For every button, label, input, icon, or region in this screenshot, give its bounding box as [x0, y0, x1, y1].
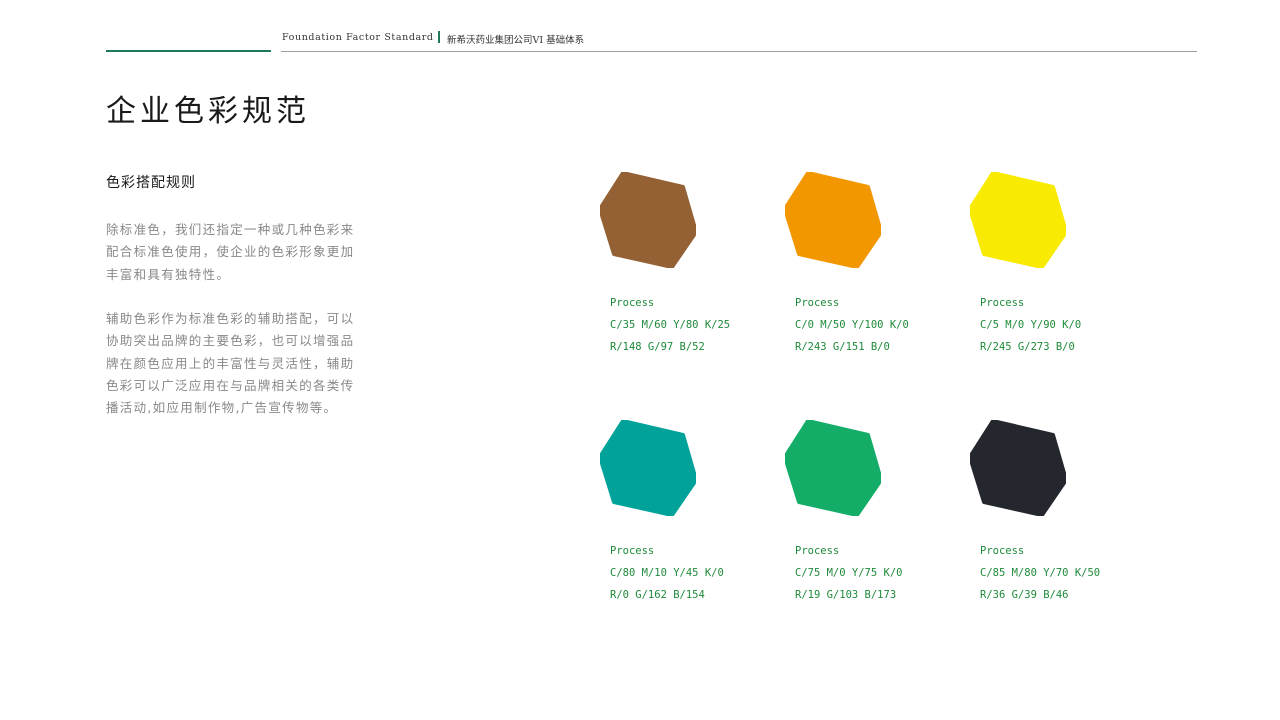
section-title: 色彩搭配规则	[106, 175, 196, 191]
color-swatch: Process C/75 M/0 Y/75 K/0 R/19 G/103 B/1…	[785, 420, 935, 620]
header-line	[281, 51, 1197, 52]
swatch-process-label: Process	[980, 297, 1025, 309]
swatch-cmyk: C/80 M/10 Y/45 K/0	[610, 567, 724, 579]
swatch-cmyk: C/35 M/60 Y/80 K/25	[610, 319, 731, 331]
header-title-en: Foundation Factor Standard	[282, 32, 434, 43]
hexagon-swatch	[600, 172, 696, 268]
hexagon-swatch	[970, 172, 1066, 268]
paragraph-intro: 除标准色，我们还指定一种或几种色彩来配合标准色使用，使企业的色彩形象更加丰富和具…	[106, 222, 355, 282]
hexagon-swatch	[785, 172, 881, 268]
paragraph-auxiliary: 辅助色彩作为标准色彩的辅助搭配，可以协助突出品牌的主要色彩，也可以增强品牌在颜色…	[106, 311, 355, 416]
swatch-cmyk: C/5 M/0 Y/90 K/0	[980, 319, 1082, 331]
color-swatch: Process C/80 M/10 Y/45 K/0 R/0 G/162 B/1…	[600, 420, 750, 620]
swatch-cmyk: C/75 M/0 Y/75 K/0	[795, 567, 903, 579]
swatch-process-label: Process	[610, 545, 655, 557]
color-swatch: Process C/5 M/0 Y/90 K/0 R/245 G/273 B/0	[970, 172, 1120, 372]
color-swatch: Process C/35 M/60 Y/80 K/25 R/148 G/97 B…	[600, 172, 750, 372]
header-line-accent	[106, 50, 271, 52]
swatch-rgb: R/0 G/162 B/154	[610, 589, 705, 601]
swatch-rgb: R/148 G/97 B/52	[610, 341, 705, 353]
swatch-process-label: Process	[980, 545, 1025, 557]
swatch-cmyk: C/0 M/50 Y/100 K/0	[795, 319, 909, 331]
swatch-rgb: R/36 G/39 B/46	[980, 589, 1069, 601]
swatch-rgb: R/243 G/151 B/0	[795, 341, 890, 353]
hexagon-swatch	[970, 420, 1066, 516]
swatch-rgb: R/19 G/103 B/173	[795, 589, 897, 601]
color-swatch: Process C/0 M/50 Y/100 K/0 R/243 G/151 B…	[785, 172, 935, 372]
header-separator	[438, 31, 440, 43]
page-title: 企业色彩规范	[106, 94, 310, 129]
swatch-rgb: R/245 G/273 B/0	[980, 341, 1075, 353]
header-title-cn: 新希沃药业集团公司VI 基础体系	[447, 35, 585, 46]
swatch-process-label: Process	[610, 297, 655, 309]
swatch-process-label: Process	[795, 545, 840, 557]
swatch-process-label: Process	[795, 297, 840, 309]
swatch-cmyk: C/85 M/80 Y/70 K/50	[980, 567, 1101, 579]
color-swatch: Process C/85 M/80 Y/70 K/50 R/36 G/39 B/…	[970, 420, 1120, 620]
hexagon-swatch	[785, 420, 881, 516]
hexagon-swatch	[600, 420, 696, 516]
